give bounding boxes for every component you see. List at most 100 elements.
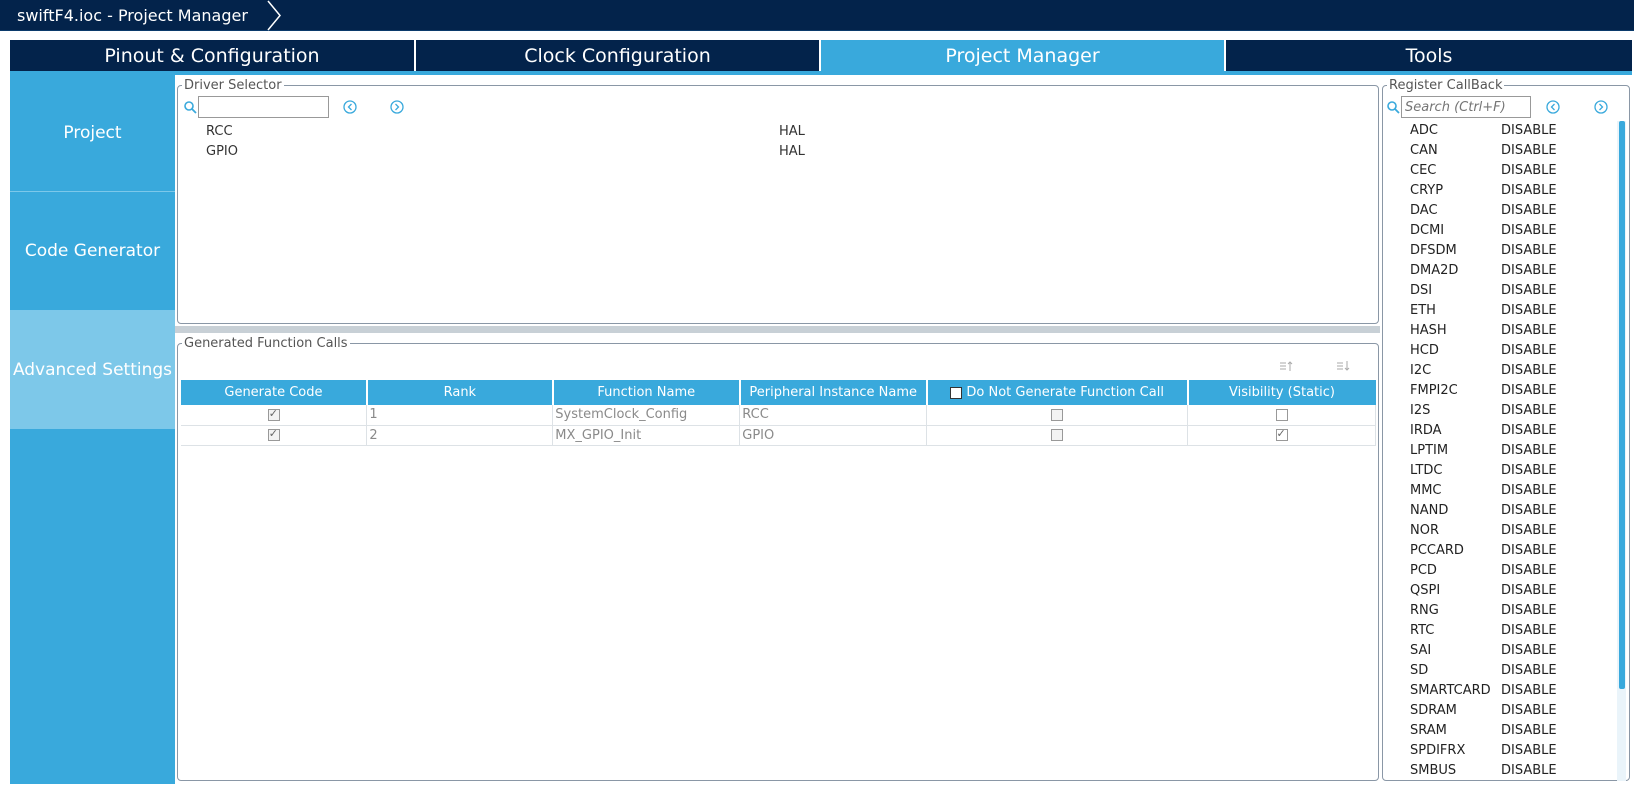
- list-item[interactable]: DFSDM DISABLE: [1410, 241, 1615, 261]
- sort-up-icon[interactable]: [1279, 360, 1293, 372]
- list-item[interactable]: NOR DISABLE: [1410, 521, 1615, 541]
- list-item[interactable]: SAI DISABLE: [1410, 641, 1615, 661]
- list-item[interactable]: CEC DISABLE: [1410, 161, 1615, 181]
- callback-value[interactable]: DISABLE: [1501, 701, 1557, 721]
- callback-value[interactable]: DISABLE: [1501, 301, 1557, 321]
- rank-cell[interactable]: 1: [366, 405, 554, 426]
- tab-project-manager[interactable]: Project Manager: [821, 40, 1226, 72]
- list-item[interactable]: SMBUS DISABLE: [1410, 761, 1615, 781]
- callback-value[interactable]: DISABLE: [1501, 541, 1557, 561]
- list-item[interactable]: SDRAM DISABLE: [1410, 701, 1615, 721]
- callback-value[interactable]: DISABLE: [1501, 721, 1557, 741]
- callback-value[interactable]: DISABLE: [1501, 761, 1557, 781]
- list-item[interactable]: CAN DISABLE: [1410, 141, 1615, 161]
- driver-value-rcc[interactable]: HAL: [779, 124, 805, 139]
- list-item[interactable]: DSI DISABLE: [1410, 281, 1615, 301]
- driver-value-gpio[interactable]: HAL: [779, 144, 805, 159]
- list-item[interactable]: FMPI2C DISABLE: [1410, 381, 1615, 401]
- driver-search-input[interactable]: [198, 96, 329, 118]
- breadcrumb[interactable]: swiftF4.ioc - Project Manager: [0, 0, 266, 31]
- column-generate-code[interactable]: Generate Code: [181, 380, 368, 405]
- callback-value[interactable]: DISABLE: [1501, 681, 1557, 701]
- sort-down-icon[interactable]: [1336, 360, 1350, 372]
- callback-value[interactable]: DISABLE: [1501, 481, 1557, 501]
- callback-value[interactable]: DISABLE: [1501, 601, 1557, 621]
- list-item[interactable]: LTDC DISABLE: [1410, 461, 1615, 481]
- function-name-cell[interactable]: MX_GPIO_Init: [552, 425, 741, 446]
- callback-value[interactable]: DISABLE: [1501, 281, 1557, 301]
- callback-value[interactable]: DISABLE: [1501, 261, 1557, 281]
- list-item[interactable]: MMC DISABLE: [1410, 481, 1615, 501]
- generate-code-checkbox[interactable]: [267, 407, 280, 421]
- callback-value[interactable]: DISABLE: [1501, 341, 1557, 361]
- callback-value[interactable]: DISABLE: [1501, 461, 1557, 481]
- callback-value[interactable]: DISABLE: [1501, 121, 1557, 141]
- sidebar-item-advanced-settings[interactable]: Advanced Settings: [10, 311, 175, 429]
- previous-arrow-icon[interactable]: [1546, 100, 1560, 114]
- list-item[interactable]: I2C DISABLE: [1410, 361, 1615, 381]
- callback-value[interactable]: DISABLE: [1501, 381, 1557, 401]
- panel-splitter[interactable]: [175, 326, 1380, 333]
- list-item[interactable]: LPTIM DISABLE: [1410, 441, 1615, 461]
- callback-value[interactable]: DISABLE: [1501, 621, 1557, 641]
- sidebar-item-code-generator[interactable]: Code Generator: [10, 192, 175, 311]
- column-function-name[interactable]: Function Name: [552, 380, 741, 405]
- next-arrow-icon[interactable]: [1594, 100, 1608, 114]
- list-item[interactable]: NAND DISABLE: [1410, 501, 1615, 521]
- list-item[interactable]: SMARTCARD DISABLE: [1410, 681, 1615, 701]
- list-item[interactable]: CRYP DISABLE: [1410, 181, 1615, 201]
- list-item[interactable]: PCD DISABLE: [1410, 561, 1615, 581]
- callback-value[interactable]: DISABLE: [1501, 221, 1557, 241]
- visibility-checkbox[interactable]: [1275, 408, 1288, 421]
- select-all-checkbox[interactable]: [950, 386, 963, 399]
- tab-clock-configuration[interactable]: Clock Configuration: [416, 40, 821, 72]
- list-item[interactable]: ETH DISABLE: [1410, 301, 1615, 321]
- callback-value[interactable]: DISABLE: [1501, 401, 1557, 421]
- function-name-cell[interactable]: SystemClock_Config: [552, 405, 741, 426]
- list-item[interactable]: I2S DISABLE: [1410, 401, 1615, 421]
- column-rank[interactable]: Rank: [366, 380, 554, 405]
- list-item[interactable]: DCMI DISABLE: [1410, 221, 1615, 241]
- visibility-checkbox[interactable]: [1275, 427, 1288, 441]
- column-peripheral-instance-name[interactable]: Peripheral Instance Name: [739, 380, 928, 405]
- callback-value[interactable]: DISABLE: [1501, 501, 1557, 521]
- list-item[interactable]: SD DISABLE: [1410, 661, 1615, 681]
- callback-value[interactable]: DISABLE: [1501, 441, 1557, 461]
- list-item[interactable]: QSPI DISABLE: [1410, 581, 1615, 601]
- callback-value[interactable]: DISABLE: [1501, 201, 1557, 221]
- callback-value[interactable]: DISABLE: [1501, 161, 1557, 181]
- list-item[interactable]: ADC DISABLE: [1410, 121, 1615, 141]
- callback-value[interactable]: DISABLE: [1501, 141, 1557, 161]
- do-not-generate-checkbox[interactable]: [1051, 408, 1064, 421]
- table-row[interactable]: 1 SystemClock_Config RCC: [181, 405, 1376, 426]
- callback-value[interactable]: DISABLE: [1501, 661, 1557, 681]
- column-visibility-static[interactable]: Visibility (Static): [1187, 380, 1376, 405]
- list-item[interactable]: IRDA DISABLE: [1410, 421, 1615, 441]
- table-row[interactable]: 2 MX_GPIO_Init GPIO: [181, 425, 1376, 446]
- list-item[interactable]: RTC DISABLE: [1410, 621, 1615, 641]
- list-item[interactable]: DMA2D DISABLE: [1410, 261, 1615, 281]
- list-item[interactable]: RNG DISABLE: [1410, 601, 1615, 621]
- driver-name-rcc[interactable]: RCC: [206, 124, 233, 139]
- callback-value[interactable]: DISABLE: [1501, 581, 1557, 601]
- list-item[interactable]: DAC DISABLE: [1410, 201, 1615, 221]
- rank-cell[interactable]: 2: [366, 425, 554, 446]
- sidebar-item-project[interactable]: Project: [10, 75, 175, 192]
- callback-value[interactable]: DISABLE: [1501, 241, 1557, 261]
- tab-pinout-configuration[interactable]: Pinout & Configuration: [10, 40, 416, 72]
- callback-value[interactable]: DISABLE: [1501, 741, 1557, 761]
- callback-value[interactable]: DISABLE: [1501, 181, 1557, 201]
- instance-name-cell[interactable]: GPIO: [739, 425, 928, 446]
- next-arrow-icon[interactable]: [390, 100, 404, 114]
- list-item[interactable]: SPDIFRX DISABLE: [1410, 741, 1615, 761]
- callback-value[interactable]: DISABLE: [1501, 321, 1557, 341]
- list-item[interactable]: SRAM DISABLE: [1410, 721, 1615, 741]
- column-do-not-generate-function-call[interactable]: Do Not Generate Function Call: [926, 380, 1189, 405]
- callback-value[interactable]: DISABLE: [1501, 361, 1557, 381]
- do-not-generate-checkbox[interactable]: [1051, 429, 1064, 441]
- list-item[interactable]: HASH DISABLE: [1410, 321, 1615, 341]
- callback-value[interactable]: DISABLE: [1501, 641, 1557, 661]
- callback-scrollbar-thumb[interactable]: [1619, 121, 1625, 689]
- generate-code-checkbox[interactable]: [267, 427, 280, 441]
- callback-value[interactable]: DISABLE: [1501, 561, 1557, 581]
